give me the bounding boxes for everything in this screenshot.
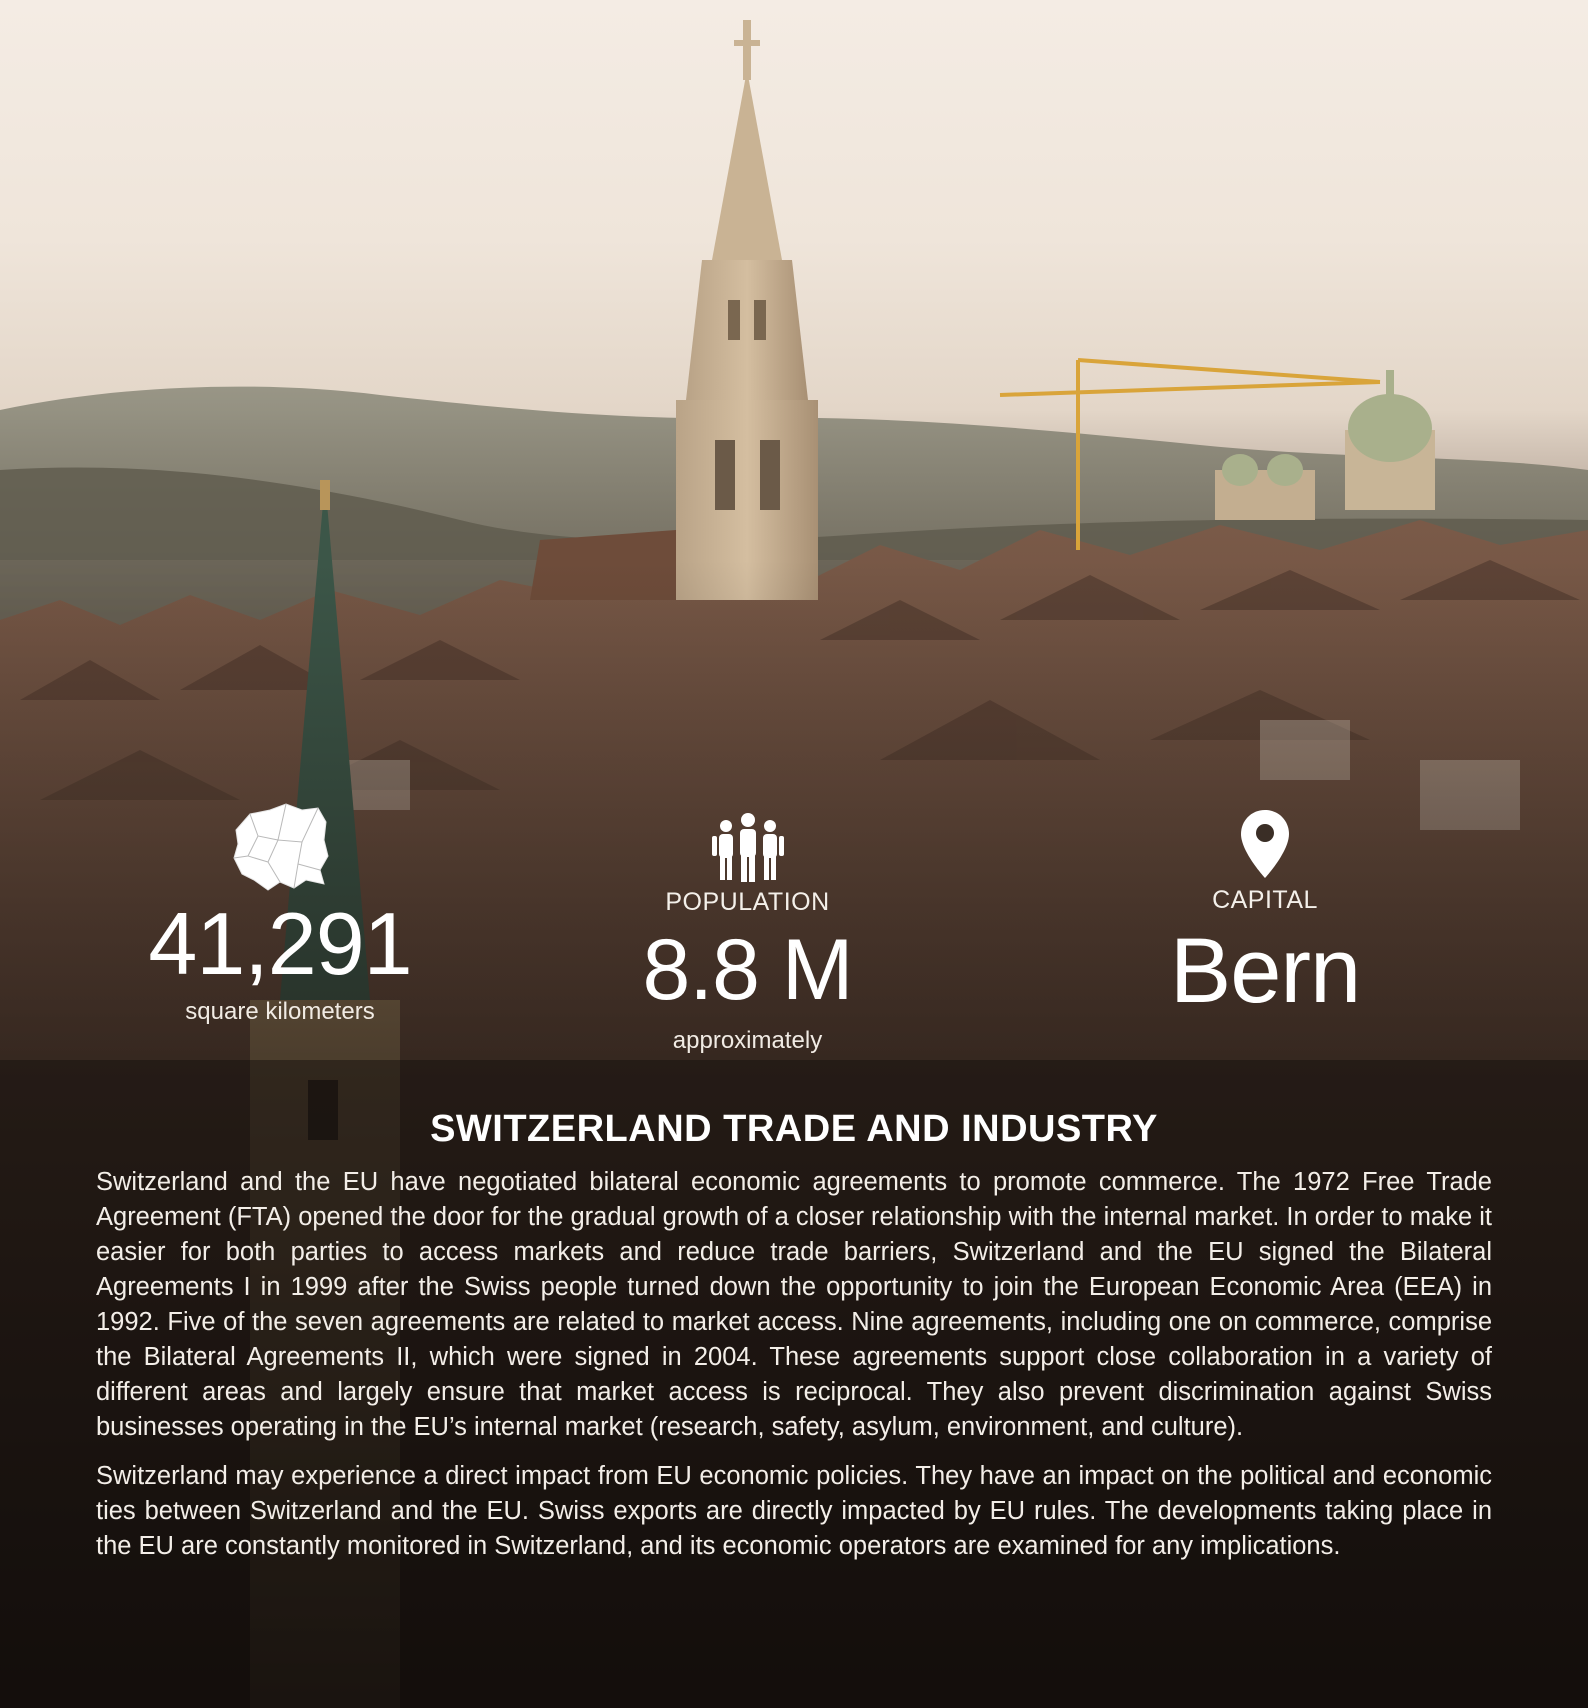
area-caption: square kilometers [185,998,375,1025]
map-pin-icon [1241,810,1289,878]
people-group-icon [711,813,784,882]
page: 41,291 square kilometers POPULATION 8.8 … [0,0,1588,1708]
area-value: 41,291 [148,894,412,993]
article: SWITZERLAND TRADE AND INDUSTRY Switzerla… [96,1108,1492,1578]
article-paragraph: Switzerland may experience a direct impa… [96,1462,1492,1560]
population-caption: approximately [672,1027,823,1054]
article-heading: SWITZERLAND TRADE AND INDUSTRY [430,1108,1158,1150]
capital-value: Bern [1169,920,1361,1022]
stat-area: 41,291 square kilometers [130,800,430,1026]
stat-population: POPULATION 8.8 M approximately [600,812,895,1055]
stat-capital: CAPITAL Bern [1140,808,1390,1017]
population-label: POPULATION [665,888,830,916]
article-paragraph: Switzerland and the EU have negotiated b… [96,1168,1492,1441]
population-value: 8.8 M [642,922,853,1018]
country-map-icon [233,803,329,891]
capital-label: CAPITAL [1212,886,1318,914]
